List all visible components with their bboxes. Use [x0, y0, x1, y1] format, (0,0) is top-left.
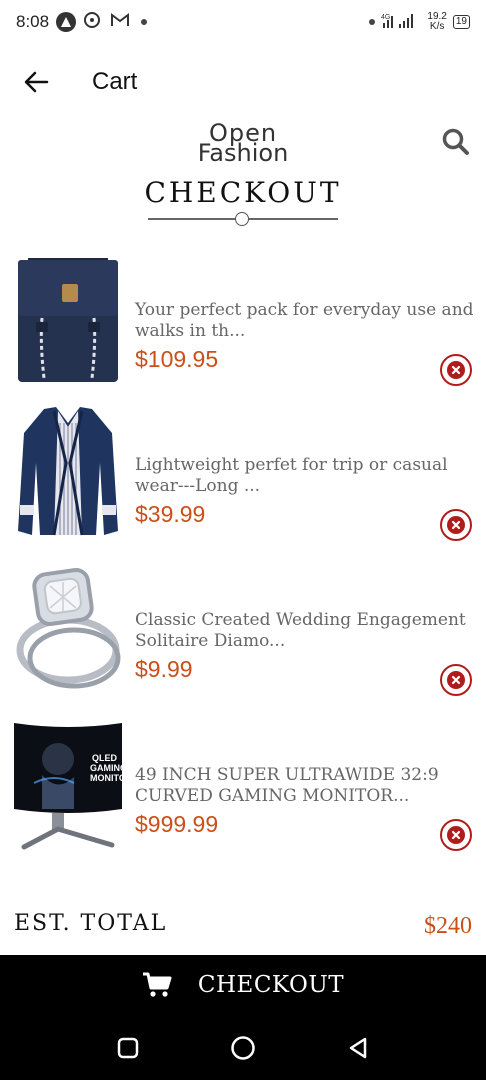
total-value: $240 — [424, 913, 472, 939]
checkout-heading: CHECKOUT — [144, 176, 342, 209]
remove-item-button[interactable] — [440, 819, 472, 851]
checkout-button[interactable]: CHECKOUT — [0, 955, 486, 1015]
page-title: Cart — [92, 68, 138, 95]
item-title-line-2: wear---Long ... — [135, 476, 261, 496]
close-circle-icon — [447, 516, 465, 534]
item-title-line-1: 49 INCH SUPER ULTRAWIDE 32:9 — [135, 765, 439, 785]
logo-line-2: Fashion — [197, 139, 289, 167]
system-nav-bar — [0, 1015, 486, 1080]
divider-ornament — [235, 212, 249, 226]
total-label: EST. TOTAL — [14, 911, 168, 936]
checkout-button-label: CHECKOUT — [197, 972, 345, 998]
item-price: $39.99 — [135, 501, 206, 527]
status-left: 8:08 — [16, 11, 148, 34]
app-bar: Cart — [0, 44, 486, 120]
square-icon — [117, 1037, 138, 1058]
monitor-screen-text-line-3: MONITOR — [90, 773, 122, 783]
item-title-line-2: walks in th... — [135, 321, 246, 341]
total-row: EST. TOTAL $240 — [0, 905, 486, 945]
gmail-icon — [110, 12, 130, 33]
content-header: Open Fashion CHECKOUT — [0, 120, 486, 240]
cart-item: Lightweight perfet for trip or casual we… — [0, 403, 486, 558]
signal-icon: 4G — [381, 12, 421, 33]
network-speed: 19.2 K/s — [427, 12, 446, 32]
item-price: $999.99 — [135, 811, 219, 837]
recent-apps-button[interactable] — [108, 1028, 148, 1068]
net-speed-unit: K/s — [429, 21, 445, 32]
battery-level: 19 — [455, 16, 467, 27]
close-circle-icon — [447, 826, 465, 844]
item-title[interactable]: Lightweight perfet for trip or casual we… — [135, 455, 475, 497]
item-title-line-1: Your perfect pack for everyday use and — [135, 300, 474, 320]
close-circle-icon — [447, 671, 465, 689]
brand-logo: Open Fashion — [0, 121, 486, 167]
item-title-line-1: Classic Created Wedding Engagement — [135, 610, 466, 630]
circle-icon — [231, 1035, 255, 1060]
triangle-back-icon — [350, 1037, 367, 1058]
dot-indicator-icon — [369, 19, 376, 25]
item-title-line-2: CURVED GAMING MONITOR... — [135, 786, 410, 806]
status-time: 8:08 — [16, 12, 50, 31]
network-type: 4G — [381, 14, 390, 21]
cart-list: Your perfect pack for everyday use and w… — [0, 248, 486, 868]
cart-item: Your perfect pack for everyday use and w… — [0, 248, 486, 403]
remove-item-button[interactable] — [440, 354, 472, 386]
product-image-jacket[interactable] — [14, 403, 122, 543]
more-notifications-icon — [141, 19, 148, 25]
cart-icon — [142, 972, 172, 997]
item-title-line-2: Solitaire Diamo... — [135, 631, 286, 651]
cart-item: QLED GAMING MONITOR 49 INCH SUPER ULTRAW… — [0, 713, 486, 868]
remove-item-button[interactable] — [440, 664, 472, 696]
product-image-ring[interactable] — [14, 558, 122, 698]
arrow-left-icon — [24, 71, 49, 93]
product-image-monitor[interactable]: QLED GAMING MONITOR — [14, 713, 122, 853]
search-button[interactable] — [440, 126, 472, 158]
chat-icon — [83, 11, 103, 34]
item-title-line-1: Lightweight perfet for trip or casual — [135, 455, 448, 475]
status-right: 4G 19.2 K/s 19 — [365, 12, 470, 33]
close-circle-icon — [447, 361, 465, 379]
item-title[interactable]: Your perfect pack for everyday use and w… — [135, 300, 475, 342]
battery-icon: 19 — [452, 15, 470, 29]
item-title[interactable]: Classic Created Wedding Engagement Solit… — [135, 610, 475, 652]
status-bar: 8:08 4G 19.2 K/s 19 — [0, 0, 486, 44]
product-image-backpack[interactable] — [14, 248, 122, 388]
item-price: $9.99 — [135, 656, 193, 682]
back-button[interactable] — [18, 64, 54, 100]
monitor-screen-text-line-1: QLED — [92, 753, 118, 763]
item-title[interactable]: 49 INCH SUPER ULTRAWIDE 32:9 CURVED GAMI… — [135, 765, 475, 807]
search-icon — [442, 128, 469, 155]
remove-item-button[interactable] — [440, 509, 472, 541]
notification-app-icon — [56, 12, 77, 32]
back-nav-button[interactable] — [338, 1028, 378, 1068]
home-button[interactable] — [223, 1028, 263, 1068]
cart-item: Classic Created Wedding Engagement Solit… — [0, 558, 486, 713]
monitor-screen-text-line-2: GAMING — [90, 763, 122, 773]
item-price: $109.95 — [135, 346, 219, 372]
